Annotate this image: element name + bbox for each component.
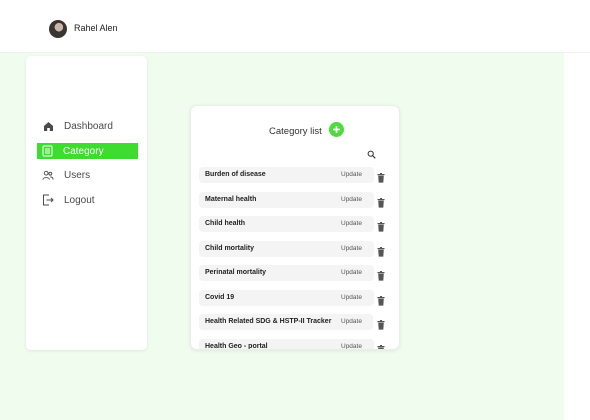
category-name: Covid 19 — [205, 293, 235, 301]
category-row: Child mortality Update — [199, 240, 394, 257]
sidebar: Dashboard Category Users Logout — [26, 56, 147, 350]
user-avatar[interactable] — [49, 20, 67, 38]
sidebar-item-category[interactable]: Category — [37, 143, 138, 159]
category-row: Health Related SDG & HSTP-II Tracker Upda… — [199, 314, 394, 330]
logout-icon — [42, 194, 54, 206]
update-button[interactable]: Update — [341, 196, 362, 203]
trash-icon[interactable] — [377, 293, 385, 306]
trash-icon[interactable] — [377, 170, 385, 183]
category-list-card: Category list Burden of disease Update Mat… — [190, 105, 400, 350]
sidebar-item-label: Users — [64, 169, 91, 181]
category-row: Child health Update — [199, 216, 394, 232]
plus-icon — [333, 126, 340, 133]
update-button[interactable]: Update — [341, 269, 362, 276]
category-row: Perinatal mortality Update — [199, 265, 394, 281]
trash-icon[interactable] — [377, 317, 385, 330]
category-row: Maternal health Update — [199, 191, 394, 208]
category-row: Covid 19 Update — [199, 289, 394, 306]
home-icon — [42, 120, 54, 132]
trash-icon[interactable] — [377, 244, 385, 257]
update-button[interactable]: Update — [341, 245, 362, 252]
card-title: Category list — [269, 126, 322, 137]
update-button[interactable]: Update — [341, 171, 362, 178]
category-name: Health Related SDG & HSTP-II Tracker — [205, 318, 332, 325]
list-icon — [41, 145, 53, 157]
trash-icon[interactable] — [377, 195, 385, 208]
user-name[interactable]: Rahel Alen — [74, 23, 118, 33]
category-name: Burden of disease — [205, 171, 266, 178]
update-button[interactable]: Update — [341, 343, 362, 350]
trash-icon[interactable] — [377, 268, 385, 281]
update-button[interactable]: Update — [341, 318, 362, 325]
search-icon[interactable] — [367, 146, 376, 159]
category-row: Burden of disease Update — [199, 167, 394, 183]
sidebar-item-label: Category — [63, 145, 104, 157]
category-name: Health Geo - portal — [205, 342, 268, 350]
trash-icon[interactable] — [377, 342, 385, 349]
category-name: Perinatal mortality — [205, 269, 267, 276]
top-bar: Rahel Alen — [0, 0, 590, 53]
sidebar-item-logout[interactable]: Logout — [38, 192, 138, 208]
right-margin — [564, 53, 590, 420]
update-button[interactable]: Update — [341, 220, 362, 227]
sidebar-item-label: Logout — [64, 194, 95, 206]
category-name: Child health — [205, 220, 246, 227]
category-name: Maternal health — [205, 195, 257, 203]
update-button[interactable]: Update — [341, 294, 362, 301]
trash-icon[interactable] — [377, 219, 385, 232]
add-category-button[interactable] — [329, 122, 344, 137]
sidebar-item-label: Dashboard — [64, 120, 113, 132]
sidebar-item-dashboard[interactable]: Dashboard — [38, 118, 138, 134]
users-icon — [42, 169, 54, 181]
category-row: Health Geo - portal Update — [199, 338, 394, 350]
sidebar-item-users[interactable]: Users — [38, 167, 138, 183]
category-name: Child mortality — [205, 244, 255, 252]
